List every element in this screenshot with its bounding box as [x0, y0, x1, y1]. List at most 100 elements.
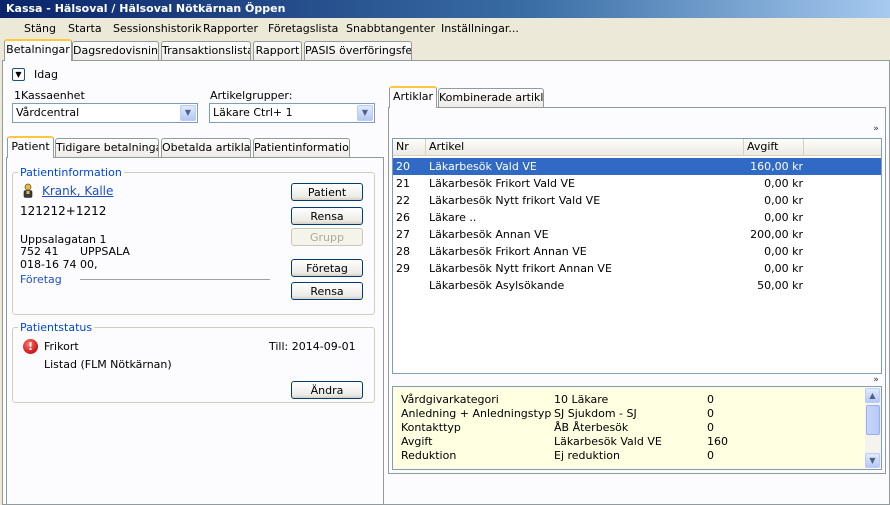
- detail-value: Läkarbesök Vald VE: [554, 435, 662, 448]
- patientinfo-title: Patientinformation: [18, 166, 124, 179]
- column-nr[interactable]: Nr: [393, 139, 426, 156]
- cell-avgift: 160,00 kr: [750, 160, 803, 173]
- cell-artikel: Läkarbesök Asylsökande: [429, 279, 565, 292]
- tab-kombinerade-artiklar[interactable]: Kombinerade artiklar: [438, 88, 544, 108]
- cell-artikel: Läkarbesök Frikort Annan VE: [429, 245, 587, 258]
- cell-nr: 27: [396, 228, 410, 241]
- cell-nr: 22: [396, 194, 410, 207]
- detail-num: 0: [707, 393, 714, 406]
- column-artikel[interactable]: Artikel: [426, 139, 744, 156]
- foretag-button[interactable]: Företag: [291, 259, 363, 277]
- scroll-thumb[interactable]: [866, 405, 880, 435]
- scroll-up-icon[interactable]: ▲: [865, 388, 880, 403]
- cell-artikel: Läkarbesök Vald VE: [429, 160, 537, 173]
- warning-icon: !: [23, 339, 38, 354]
- articles-grid-header: Nr Artikel Avgift: [393, 139, 881, 156]
- double-chevron-down-icon[interactable]: »: [870, 124, 882, 134]
- status-frikort: Frikort: [44, 340, 79, 353]
- tab-transaktionslista[interactable]: Transaktionslista: [161, 41, 251, 61]
- table-row[interactable]: 20 Läkarbesök Vald VE 160,00 kr: [393, 158, 881, 175]
- detail-num: 0: [707, 407, 714, 420]
- detail-row: Avgift Läkarbesök Vald VE 160: [393, 435, 863, 449]
- table-row[interactable]: 22 Läkarbesök Nytt frikort Vald VE 0,00 kr: [393, 192, 881, 209]
- menu-installningar[interactable]: Inställningar...: [441, 22, 519, 35]
- cell-avgift: 0,00 kr: [764, 177, 803, 190]
- tab-pasis-overforingsfel[interactable]: PASIS överföringsfel: [304, 41, 412, 61]
- chevron-down-icon[interactable]: ▼: [12, 68, 25, 81]
- detail-label: Anledning + Anledningstyp: [401, 407, 552, 420]
- table-row[interactable]: 26 Läkare .. 0,00 kr: [393, 209, 881, 226]
- grupp-button[interactable]: Grupp: [291, 228, 363, 246]
- detail-value: 10 Läkare: [554, 393, 609, 406]
- patient-name-link[interactable]: Krank, Kalle: [42, 184, 113, 198]
- menu-rapporter[interactable]: Rapporter: [203, 22, 258, 35]
- patient-city: UPPSALA: [80, 245, 130, 258]
- details-scrollbar[interactable]: ▲ ▼: [865, 388, 881, 468]
- table-row[interactable]: 21 Läkarbesök Frikort Vald VE 0,00 kr: [393, 175, 881, 192]
- table-row[interactable]: 28 Läkarbesök Frikort Annan VE 0,00 kr: [393, 243, 881, 260]
- detail-label: Avgift: [401, 435, 433, 448]
- patient-zip: 752 41: [20, 245, 59, 258]
- chevron-down-icon[interactable]: ▼: [357, 105, 373, 121]
- status-listed: Listad (FLM Nötkärnan): [44, 358, 172, 371]
- cell-artikel: Läkarbesök Nytt frikort Vald VE: [429, 194, 601, 207]
- company-divider: [80, 279, 270, 280]
- menu-starta[interactable]: Starta: [68, 22, 102, 35]
- detail-value: Ej reduktion: [554, 449, 620, 462]
- window-title: Kassa - Hälsoval / Hälsoval Nötkärnan Öp…: [0, 0, 890, 18]
- status-date: Till: 2014-09-01: [269, 340, 356, 353]
- artikelgrupper-select[interactable]: Läkare Ctrl+ 1 ▼: [209, 103, 375, 123]
- patientstatus-title: Patientstatus: [18, 321, 95, 334]
- artikelgrupper-value: Läkare Ctrl+ 1: [213, 106, 293, 119]
- detail-num: 0: [707, 449, 714, 462]
- kassaenhet-select[interactable]: Vårdcentral ▼: [12, 103, 198, 123]
- cell-nr: 26: [396, 211, 410, 224]
- column-avgift[interactable]: Avgift: [744, 139, 804, 156]
- double-chevron-down-icon[interactable]: »: [870, 375, 882, 385]
- tab-patient[interactable]: Patient: [7, 136, 54, 158]
- patient-pnr: 121212+1212: [20, 204, 107, 218]
- detail-label: Reduktion: [401, 449, 457, 462]
- table-row[interactable]: Läkarbesök Asylsökande 50,00 kr: [393, 277, 881, 294]
- detail-num: 160: [707, 435, 728, 448]
- rensa-patient-button[interactable]: Rensa: [291, 207, 363, 225]
- kassaenhet-label: 1Kassaenhet: [14, 89, 85, 102]
- detail-row: Kontakttyp ÅB Återbesök 0: [393, 421, 863, 435]
- detail-value: SJ Sjukdom - SJ: [554, 407, 637, 420]
- detail-row: Vårdgivarkategori 10 Läkare 0: [393, 393, 863, 407]
- menu-bar: Stäng Starta Sessionshistorik Rapporter …: [0, 18, 890, 40]
- tab-betalningar[interactable]: Betalningar: [4, 39, 72, 61]
- table-row[interactable]: 29 Läkarbesök Nytt frikort Annan VE 0,00 k…: [393, 260, 881, 277]
- tab-rapport[interactable]: Rapport: [253, 41, 302, 61]
- cell-nr: 20: [396, 160, 410, 173]
- chevron-down-icon[interactable]: ▼: [180, 105, 196, 121]
- andra-button[interactable]: Ändra: [291, 381, 363, 399]
- patient-button[interactable]: Patient: [291, 183, 363, 201]
- patient-phone: 018-16 74 00,: [20, 258, 98, 271]
- menu-snabbtangenter[interactable]: Snabbtangenter: [346, 22, 435, 35]
- tab-patientinformation[interactable]: Patientinformation: [253, 138, 350, 158]
- tab-obetalda-artiklar[interactable]: Obetalda artiklar: [161, 138, 251, 158]
- kassaenhet-value: Vårdcentral: [16, 106, 80, 119]
- cell-nr: 28: [396, 245, 410, 258]
- details-box: Vårdgivarkategori 10 Läkare 0 Anledning + A…: [392, 386, 882, 470]
- company-label: Företag: [20, 273, 62, 286]
- cell-avgift: 0,00 kr: [764, 245, 803, 258]
- detail-label: Vårdgivarkategori: [401, 393, 499, 406]
- tab-dagsredovisning[interactable]: Dagsredovisning: [72, 41, 159, 61]
- tab-artiklar[interactable]: Artiklar: [389, 86, 437, 108]
- menu-foretagslista[interactable]: Företagslista: [268, 22, 338, 35]
- cell-avgift: 0,00 kr: [764, 194, 803, 207]
- scroll-down-icon[interactable]: ▼: [865, 453, 880, 468]
- detail-row: Reduktion Ej reduktion 0: [393, 449, 863, 463]
- cell-artikel: Läkarbesök Nytt frikort Annan VE: [429, 262, 612, 275]
- cell-nr: 29: [396, 262, 410, 275]
- detail-value: ÅB Återbesök: [554, 421, 629, 434]
- table-row[interactable]: 27 Läkarbesök Annan VE 200,00 kr: [393, 226, 881, 243]
- menu-sessionshistorik[interactable]: Sessionshistorik: [113, 22, 201, 35]
- cell-avgift: 50,00 kr: [757, 279, 803, 292]
- cell-avgift: 0,00 kr: [764, 211, 803, 224]
- rensa-foretag-button[interactable]: Rensa: [291, 282, 363, 300]
- menu-stang[interactable]: Stäng: [24, 22, 56, 35]
- tab-tidigare-betalningar[interactable]: Tidigare betalningar: [55, 138, 159, 158]
